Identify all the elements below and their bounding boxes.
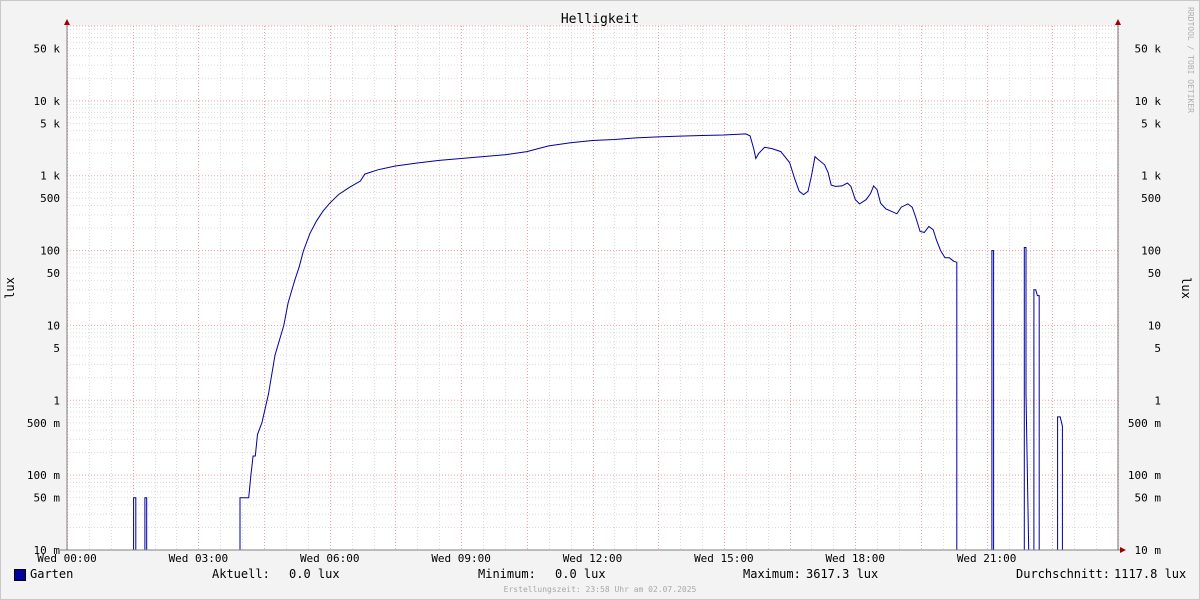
y-tick-label-right: 10 [1148,319,1161,332]
x-tick-label: Wed 12:00 [563,552,623,565]
legend-max-value: 3617.3 lux [806,567,879,581]
legend-current-value: 0.0 lux [289,567,340,581]
x-tick-label: Wed 18:00 [825,552,885,565]
y-axis-left-arrow [64,19,70,25]
legend-max-label: Maximum: [743,567,801,581]
y-tick-label-right: 50 [1148,267,1161,280]
y-axis-title-left: lux [3,277,17,299]
y-tick-label-left: 10 k [34,95,61,108]
legend-min-value: 0.0 lux [555,567,606,581]
y-tick-label-left: 500 [40,192,60,205]
legend-swatch-garten [14,569,26,581]
y-tick-label-right: 100 m [1128,469,1161,482]
y-tick-label-left: 500 m [27,417,60,430]
y-tick-label-right: 50 m [1135,492,1162,505]
y-axis-right-arrow [1115,19,1121,25]
x-tick-label: Wed 03:00 [169,552,229,565]
y-tick-label-left: 100 m [27,469,60,482]
x-tick-label: Wed 21:00 [957,552,1017,565]
x-tick-label: Wed 00:00 [37,552,97,565]
legend-series-name: Garten [30,567,74,581]
y-tick-label-right: 50 k [1135,43,1162,56]
x-tick-label: Wed 15:00 [694,552,754,565]
y-tick-label-left: 10 [47,319,60,332]
x-axis-arrow [1120,547,1126,553]
y-tick-label-left: 50 m [34,492,61,505]
y-tick-label-left: 1 k [40,170,60,183]
y-tick-label-left: 50 k [34,43,61,56]
legend-avg-label: Durchschnitt: [1016,567,1110,581]
x-tick-labels: Wed 00:00 Wed 03:00 Wed 06:00 Wed 09:00 Wed … [37,552,1016,565]
chart-svg: 50 k 10 k 5 k 1 k 500 100 50 10 5 1 500 m 100 m 50 m… [3,7,1195,565]
y-axis-title-right: lux [1179,277,1193,299]
y-tick-label-right: 500 m [1128,417,1161,430]
y-tick-label-left: 5 k [40,117,60,130]
x-tick-label: Wed 06:00 [300,552,360,565]
footer-timestamp: Erstellungszeit: 23:58 Uhr am 02.07.2025 [503,585,697,594]
y-tick-label-right: 1 k [1141,170,1161,183]
watermark: RRDTOOL / TOBI OETIKER [1186,7,1195,113]
legend-min-label: Minimum: [478,567,536,581]
y-tick-labels-right: 50 k 10 k 5 k 1 k 500 100 50 10 5 1 500 m 100 m 50 m… [1128,43,1161,557]
y-tick-label-right: 1 [1154,394,1161,407]
legend-avg-value: 1117.8 lux [1114,567,1187,581]
y-tick-label-right: 5 k [1141,117,1161,130]
y-tick-label-right: 10 k [1135,95,1162,108]
y-tick-labels-left: 50 k 10 k 5 k 1 k 500 100 50 10 5 1 500 m 100 m 50 m… [27,43,60,557]
y-tick-label-right: 100 [1141,245,1161,258]
chart-title: Helligkeit [561,12,639,27]
y-tick-label-right: 10 m [1135,544,1162,557]
y-tick-label-right: 500 [1141,192,1161,205]
y-tick-label-right: 5 [1154,342,1161,355]
x-tick-label: Wed 09:00 [431,552,491,565]
legend-current-label: Aktuell: [212,567,270,581]
y-tick-label-left: 100 [40,245,60,258]
y-tick-label-left: 1 [53,394,60,407]
y-tick-label-left: 50 [47,267,60,280]
y-tick-label-left: 5 [53,342,60,355]
